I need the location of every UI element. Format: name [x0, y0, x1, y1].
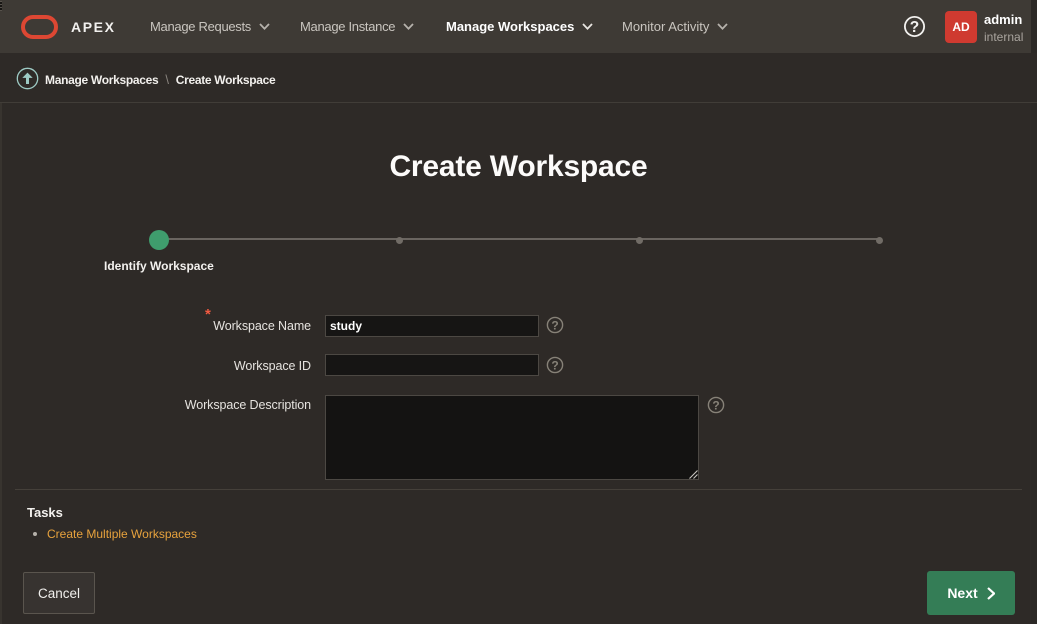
- svg-text:?: ?: [551, 358, 558, 372]
- svg-text:?: ?: [712, 398, 719, 412]
- svg-text:?: ?: [551, 318, 558, 332]
- svg-text:?: ?: [910, 19, 919, 36]
